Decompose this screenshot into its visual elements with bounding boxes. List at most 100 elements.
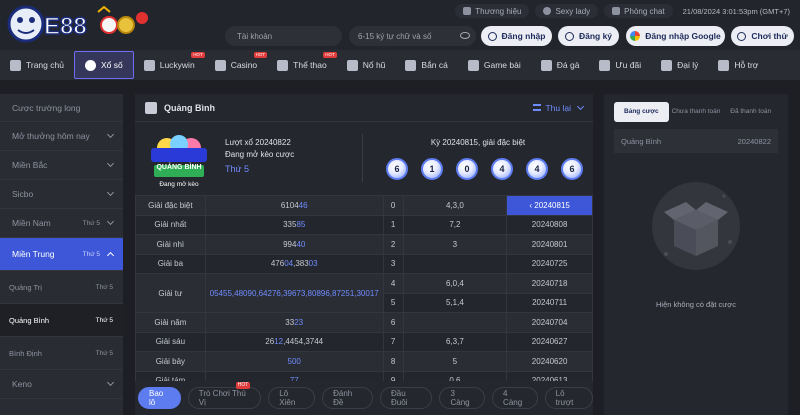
province-banner <box>151 135 207 177</box>
tab-tro-choi-thu-vi[interactable]: Trò Chơi Thú Vị HOT <box>187 382 262 409</box>
chevron-down-icon <box>106 188 115 197</box>
top-links: Thương hiệu Sexy lady Phòng chat 21/08/2… <box>455 3 790 19</box>
tab-bao-lo[interactable]: Bao lô <box>138 387 181 409</box>
tab-dau-duoi[interactable]: Đầu Đuôi <box>379 387 433 409</box>
nav-promotions[interactable]: Ưu đãi <box>589 50 651 80</box>
tab-unsettled[interactable]: Chưa thanh toán <box>669 102 724 122</box>
empty-message: Hiện không có đặt cược <box>656 300 736 309</box>
rooster-icon <box>540 59 552 71</box>
tab-bet-slip[interactable]: Bảng cược <box>614 102 669 122</box>
sidebar-item-sicbo[interactable]: Sicbo <box>0 180 123 209</box>
collapse-toggle[interactable]: Thu lại <box>533 102 585 113</box>
sidebar-sub-quang-tri[interactable]: Quảng Trị Thứ 5 <box>0 271 123 304</box>
chevron-down-icon <box>106 130 115 139</box>
sidebar-item-today[interactable]: Mở thưởng hôm nay <box>0 122 123 151</box>
clock: 21/08/2024 3:01:53pm (GMT+7) <box>682 6 790 16</box>
luckywin-icon <box>143 59 155 71</box>
filter-icon <box>533 104 542 111</box>
date-selected[interactable]: ‹ 20240815 <box>506 195 593 216</box>
chevron-down-icon <box>576 102 585 110</box>
page-title: Quảng Bình <box>164 102 215 113</box>
date-item[interactable]: 20240627 <box>506 331 593 352</box>
tab-danh-de[interactable]: Đánh Đề <box>322 387 373 409</box>
google-login-button[interactable]: Đăng nhập Google <box>626 26 725 46</box>
sidebar-sub-quang-binh[interactable]: Quảng Bình Thứ 5 <box>0 304 123 337</box>
cards-icon <box>467 59 479 71</box>
main-nav: Trang chủ Xổ số Luckywin HOT Casino HOT … <box>0 50 800 80</box>
lottery-icon <box>145 101 157 114</box>
nav-sports[interactable]: Thể thao HOT <box>267 50 337 80</box>
table-row: Giải nhất 33585 1 7,2 20240808 <box>135 214 593 235</box>
result-ball: 1 <box>421 158 443 180</box>
bet-slip-row: Quảng Bình 20240822 <box>614 129 778 153</box>
chevron-down-icon <box>106 378 115 387</box>
eye-icon[interactable] <box>460 32 470 39</box>
empty-box-icon <box>652 182 740 270</box>
tab-lo-xien[interactable]: Lô Xiên <box>268 387 316 409</box>
sidebar-sub-binh-dinh[interactable]: Bình Định Thứ 5 <box>0 337 123 370</box>
hot-badge: HOT <box>253 52 268 58</box>
hot-badge: HOT <box>323 52 337 58</box>
top-link-brand[interactable]: Thương hiệu <box>455 4 530 18</box>
result-balls: 6 1 0 4 4 6 <box>386 158 583 180</box>
user-icon <box>487 31 497 41</box>
sidebar-item-mien-bac[interactable]: Miền Bắc <box>0 151 123 180</box>
add-user-icon <box>564 31 574 41</box>
table-row: Giải ba 47604,38303 3 20240725 <box>135 253 593 274</box>
draw-number: Lượt xổ 20240822 <box>225 138 291 147</box>
sidebar-item-mien-nam[interactable]: Miền Nam Thứ 5 <box>0 209 123 238</box>
lottery-panel: Quảng Bình Thu lại QUẢNG BÌNH Đang mở kè… <box>135 94 593 415</box>
brand-icon <box>463 7 472 15</box>
register-button[interactable]: Đăng ký <box>558 26 619 46</box>
nav-cockfight[interactable]: Đá gà <box>531 50 590 80</box>
date-item[interactable]: 20240620 <box>506 351 593 372</box>
password-input[interactable]: 6-15 ký tự chữ và số <box>349 26 476 46</box>
top-link-chat[interactable]: Phòng chat <box>604 4 673 18</box>
e88-logo[interactable]: E88 <box>6 4 156 46</box>
nav-luckywin[interactable]: Luckywin HOT <box>134 50 205 80</box>
result-ball: 6 <box>561 158 583 180</box>
date-item[interactable]: 20240808 <box>506 214 593 235</box>
nav-slots[interactable]: Nổ hũ <box>337 50 396 80</box>
trial-button[interactable]: Chơi thử <box>731 26 794 46</box>
login-button[interactable]: Đăng nhập <box>481 26 552 46</box>
tab-lo-truot[interactable]: Lô trượt <box>544 387 593 409</box>
date-item[interactable]: 20240718 <box>506 273 593 294</box>
date-item[interactable]: 20240725 <box>506 253 593 274</box>
hot-badge: HOT <box>235 382 251 389</box>
sidebar-item-keno[interactable]: Keno <box>0 370 123 399</box>
tab-settled[interactable]: Đã thanh toán <box>723 102 778 122</box>
nav-card-games[interactable]: Game bài <box>458 50 531 80</box>
tab-4-cang[interactable]: 4 Càng <box>492 387 538 409</box>
agent-icon <box>661 59 673 71</box>
bet-slip-tabs: Bảng cược Chưa thanh toán Đã thanh toán <box>614 102 778 122</box>
date-item[interactable]: 20240711 <box>506 292 593 313</box>
draw-info: QUẢNG BÌNH Đang mở kèo Lượt xổ 20240822 … <box>135 122 593 190</box>
sidebar-item-long-bet[interactable]: Cược trường long <box>0 94 123 122</box>
fish-icon <box>405 59 417 71</box>
nav-casino[interactable]: Casino HOT <box>205 50 268 80</box>
nav-agent[interactable]: Đại lý <box>651 50 708 80</box>
result-ball: 0 <box>456 158 478 180</box>
table-row: Giải năm 3323 6 20240704 <box>135 312 593 333</box>
top-link-sexy-lady[interactable]: Sexy lady <box>535 4 599 18</box>
nav-fishing[interactable]: Bắn cá <box>395 50 457 80</box>
chat-icon <box>612 7 621 15</box>
nav-home[interactable]: Trang chủ <box>0 50 74 80</box>
sidebar-item-mien-trung[interactable]: Miền Trung Thứ 5 <box>0 238 123 271</box>
home-icon <box>10 59 21 71</box>
date-item[interactable]: 20240704 <box>506 312 593 333</box>
result-ball: 4 <box>491 158 513 180</box>
bet-slip-panel: Bảng cược Chưa thanh toán Đã thanh toán … <box>604 94 788 415</box>
tab-3-cang[interactable]: 3 Càng <box>439 387 486 409</box>
hot-badge: HOT <box>191 52 205 58</box>
google-icon <box>630 31 641 41</box>
table-row: Giải nhì 99440 2 3 20240801 <box>135 234 593 255</box>
banner-title: QUẢNG BÌNH <box>156 164 202 171</box>
nav-lottery[interactable]: Xổ số <box>73 51 134 79</box>
chevron-down-icon <box>106 159 115 168</box>
nav-support[interactable]: Hỗ trợ <box>708 50 768 80</box>
bet-type-tabs: Bao lô Trò Chơi Thú Vị HOT Lô Xiên Đánh … <box>135 381 593 415</box>
account-input[interactable]: Tài khoản <box>225 26 342 46</box>
date-item[interactable]: 20240801 <box>506 234 593 255</box>
